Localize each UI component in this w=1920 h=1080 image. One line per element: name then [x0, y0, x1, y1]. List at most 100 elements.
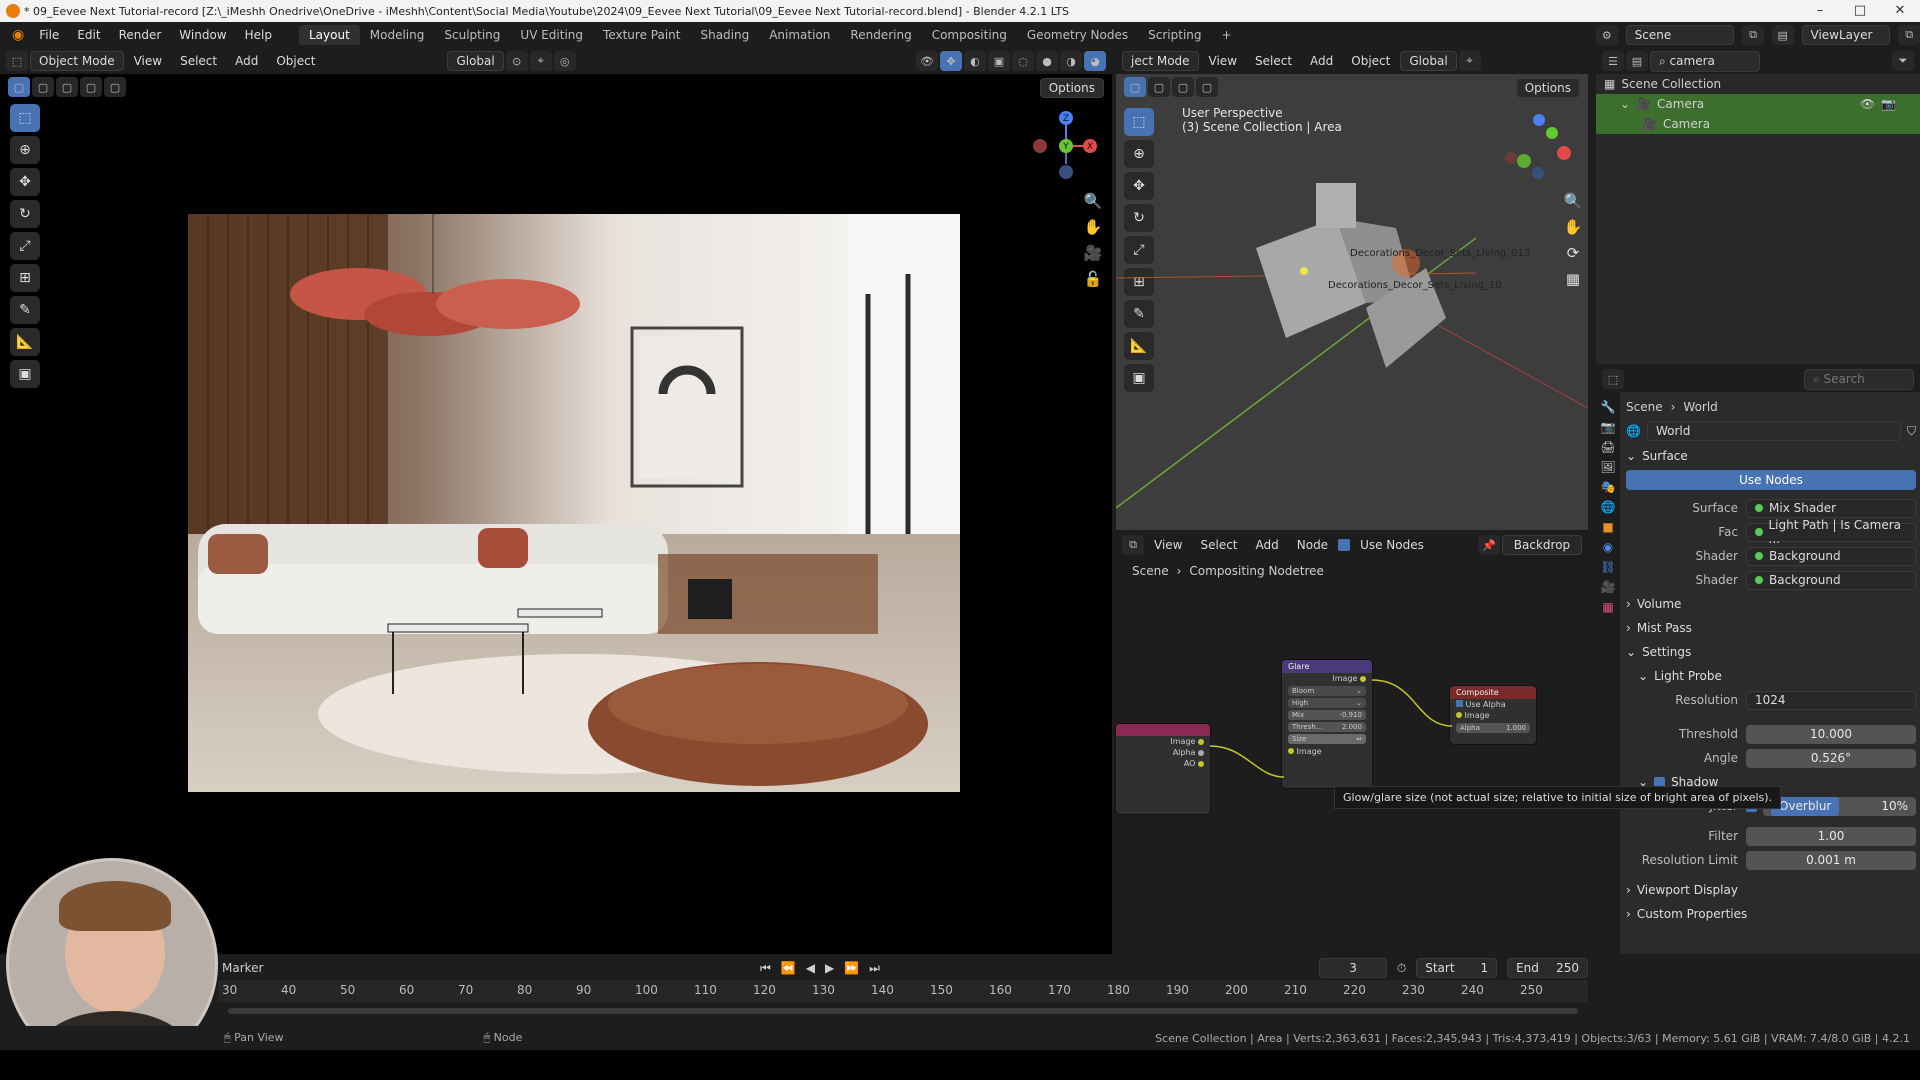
- tab-animation[interactable]: Animation: [759, 25, 840, 45]
- new-scene-icon[interactable]: ⧉: [1742, 25, 1764, 45]
- mist-panel-header[interactable]: › Mist Pass: [1626, 616, 1916, 640]
- prev-keyframe-icon[interactable]: ⏪: [781, 961, 796, 975]
- lock-icon[interactable]: 🔓: [1080, 266, 1106, 292]
- tab-layout[interactable]: Layout: [298, 25, 360, 45]
- select-new-icon[interactable]: ▢: [8, 77, 30, 97]
- clock-icon[interactable]: ⏱: [1397, 961, 1406, 976]
- cursor-tool-icon[interactable]: ⊕: [10, 136, 40, 164]
- scene-icon[interactable]: ⚙: [1596, 25, 1618, 45]
- surface-panel-header[interactable]: ⌄ Surface: [1626, 444, 1916, 468]
- use-nodes-button[interactable]: Use Nodes: [1626, 470, 1916, 490]
- add-cube-tool-icon[interactable]: ▣: [10, 360, 40, 388]
- editor-type-icon[interactable]: ⬚: [6, 51, 28, 71]
- end-frame-field[interactable]: End 250: [1507, 958, 1588, 978]
- tab-geometry-nodes[interactable]: Geometry Nodes: [1017, 25, 1138, 45]
- physics-tab-icon[interactable]: ◉: [1603, 540, 1613, 554]
- shader-2-field[interactable]: Background: [1746, 570, 1916, 590]
- gizmo-toggle-icon[interactable]: ✥: [940, 51, 962, 71]
- shading-solid-icon[interactable]: ●: [1036, 51, 1058, 71]
- add-workspace-icon[interactable]: +: [1212, 25, 1242, 45]
- camera-view-icon[interactable]: 🎥: [1080, 240, 1106, 266]
- next-keyframe-icon[interactable]: ⏩: [844, 961, 859, 975]
- outliner-camera-row[interactable]: ⌄ 🎥 Camera 👁 📷: [1596, 94, 1920, 114]
- menu-object[interactable]: Object: [268, 52, 323, 70]
- custom-properties-panel-header[interactable]: › Custom Properties: [1626, 902, 1916, 926]
- start-frame-field[interactable]: Start 1: [1416, 958, 1498, 978]
- world-tab-icon[interactable]: 🌐: [1601, 500, 1616, 514]
- settings-panel-header[interactable]: ⌄ Settings: [1626, 640, 1916, 664]
- display-mode-icon[interactable]: ▤: [1626, 51, 1648, 71]
- volume-panel-header[interactable]: › Volume: [1626, 592, 1916, 616]
- transform-tool-icon[interactable]: ⊞: [10, 264, 40, 292]
- shader-1-field[interactable]: Background: [1746, 546, 1916, 566]
- play-icon[interactable]: ▶: [825, 961, 834, 975]
- outliner-camera-data-row[interactable]: 🎥 Camera: [1596, 114, 1920, 134]
- light-probe-subpanel-header[interactable]: ⌄ Light Probe: [1626, 664, 1916, 688]
- right-orbit-icon[interactable]: ⟳: [1560, 240, 1586, 266]
- snap-icon[interactable]: ⌖: [529, 51, 552, 71]
- shading-rendered-icon[interactable]: ◕: [1084, 51, 1106, 71]
- data-tab-icon[interactable]: 🎥: [1601, 580, 1616, 594]
- transform-orientation-dropdown[interactable]: Global: [447, 51, 504, 71]
- options-dropdown[interactable]: Options: [1039, 78, 1104, 98]
- select-subtract-icon[interactable]: ▢: [56, 77, 78, 97]
- viewlayer-selector[interactable]: ViewLayer: [1801, 25, 1891, 45]
- constraints-tab-icon[interactable]: ⛓: [1600, 560, 1615, 574]
- timeline-scrollbar[interactable]: [228, 1008, 1578, 1014]
- pan-hand-icon[interactable]: ✋: [1080, 214, 1106, 240]
- tab-scripting[interactable]: Scripting: [1138, 25, 1211, 45]
- resolution-limit-slider[interactable]: 0.001 m: [1746, 850, 1916, 870]
- outliner-search-input[interactable]: ⌕ camera: [1650, 50, 1760, 72]
- tab-modeling[interactable]: Modeling: [360, 25, 435, 45]
- expand-icon[interactable]: ⌄: [1620, 97, 1630, 111]
- tab-shading[interactable]: Shading: [690, 25, 759, 45]
- close-icon[interactable]: ✕: [1880, 0, 1920, 22]
- tab-uv-editing[interactable]: UV Editing: [510, 25, 593, 45]
- mode-dropdown[interactable]: Object Mode: [30, 51, 124, 71]
- overlay-icon[interactable]: ◐: [964, 51, 986, 71]
- new-viewlayer-icon[interactable]: ⧉: [1898, 25, 1920, 45]
- threshold-slider[interactable]: 10.000: [1746, 724, 1916, 744]
- tab-texture-paint[interactable]: Texture Paint: [593, 25, 690, 45]
- render-camera-icon[interactable]: 📷: [1881, 97, 1896, 111]
- menu-window[interactable]: Window: [170, 28, 235, 42]
- compositor-node-editor[interactable]: ⧉ View Select Add Node Use Nodes 📌 Backd…: [1116, 532, 1782, 954]
- viewlayer-icon[interactable]: ▤: [1771, 25, 1794, 45]
- menu-file[interactable]: File: [30, 28, 68, 42]
- select-extend-icon[interactable]: ▢: [32, 77, 54, 97]
- properties-type-icon[interactable]: ⬚: [1602, 369, 1624, 389]
- shading-material-icon[interactable]: ◑: [1060, 51, 1082, 71]
- marker-menu[interactable]: Marker: [222, 961, 263, 975]
- object-tab-icon[interactable]: ■: [1602, 520, 1613, 534]
- frame-ruler[interactable]: 30 40 50 60 70 80 90 100 110 120 130 140 150 160 170 18…: [218, 980, 1588, 1002]
- resolution-dropdown[interactable]: 1024: [1746, 690, 1916, 710]
- jump-end-icon[interactable]: ⏭: [869, 961, 880, 976]
- annotate-tool-icon[interactable]: ✎: [10, 296, 40, 324]
- outliner-type-icon[interactable]: ☰: [1602, 51, 1624, 71]
- menu-help[interactable]: Help: [236, 28, 281, 42]
- navigation-gizmo[interactable]: Z X Y: [1020, 104, 1100, 184]
- tab-sculpting[interactable]: Sculpting: [434, 25, 510, 45]
- viewport-display-panel-header[interactable]: › Viewport Display: [1626, 878, 1916, 902]
- filter-icon[interactable]: ⏷: [1892, 51, 1914, 71]
- proportional-icon[interactable]: ◎: [553, 51, 576, 71]
- menu-render[interactable]: Render: [110, 28, 171, 42]
- blender-menu-icon[interactable]: ◉: [6, 27, 30, 43]
- menu-add[interactable]: Add: [227, 52, 266, 70]
- rotate-tool-icon[interactable]: ↻: [10, 200, 40, 228]
- jump-start-icon[interactable]: ⏮: [760, 961, 771, 976]
- right-pan-hand-icon[interactable]: ✋: [1560, 214, 1586, 240]
- left-3d-viewport[interactable]: ⬚ Object Mode View Select Add Object Glo…: [0, 48, 1112, 1070]
- view-layer-tab-icon[interactable]: 🖼: [1600, 460, 1615, 474]
- shading-wire-icon[interactable]: ◌: [1012, 51, 1034, 71]
- select-intersect-icon[interactable]: ▢: [104, 77, 126, 97]
- surface-shader-field[interactable]: Mix Shader: [1746, 498, 1916, 518]
- scale-tool-icon[interactable]: ⤢: [10, 232, 40, 260]
- render-tab-icon[interactable]: 📷: [1601, 420, 1616, 434]
- angle-slider[interactable]: 0.526°: [1746, 748, 1916, 768]
- fac-field[interactable]: Light Path | Is Camera ...: [1746, 518, 1916, 546]
- reverse-play-icon[interactable]: ◀: [806, 961, 815, 975]
- scene-selector[interactable]: Scene: [1625, 25, 1735, 45]
- right-zoom-icon[interactable]: 🔍: [1560, 188, 1586, 214]
- minimize-icon[interactable]: –: [1800, 0, 1840, 22]
